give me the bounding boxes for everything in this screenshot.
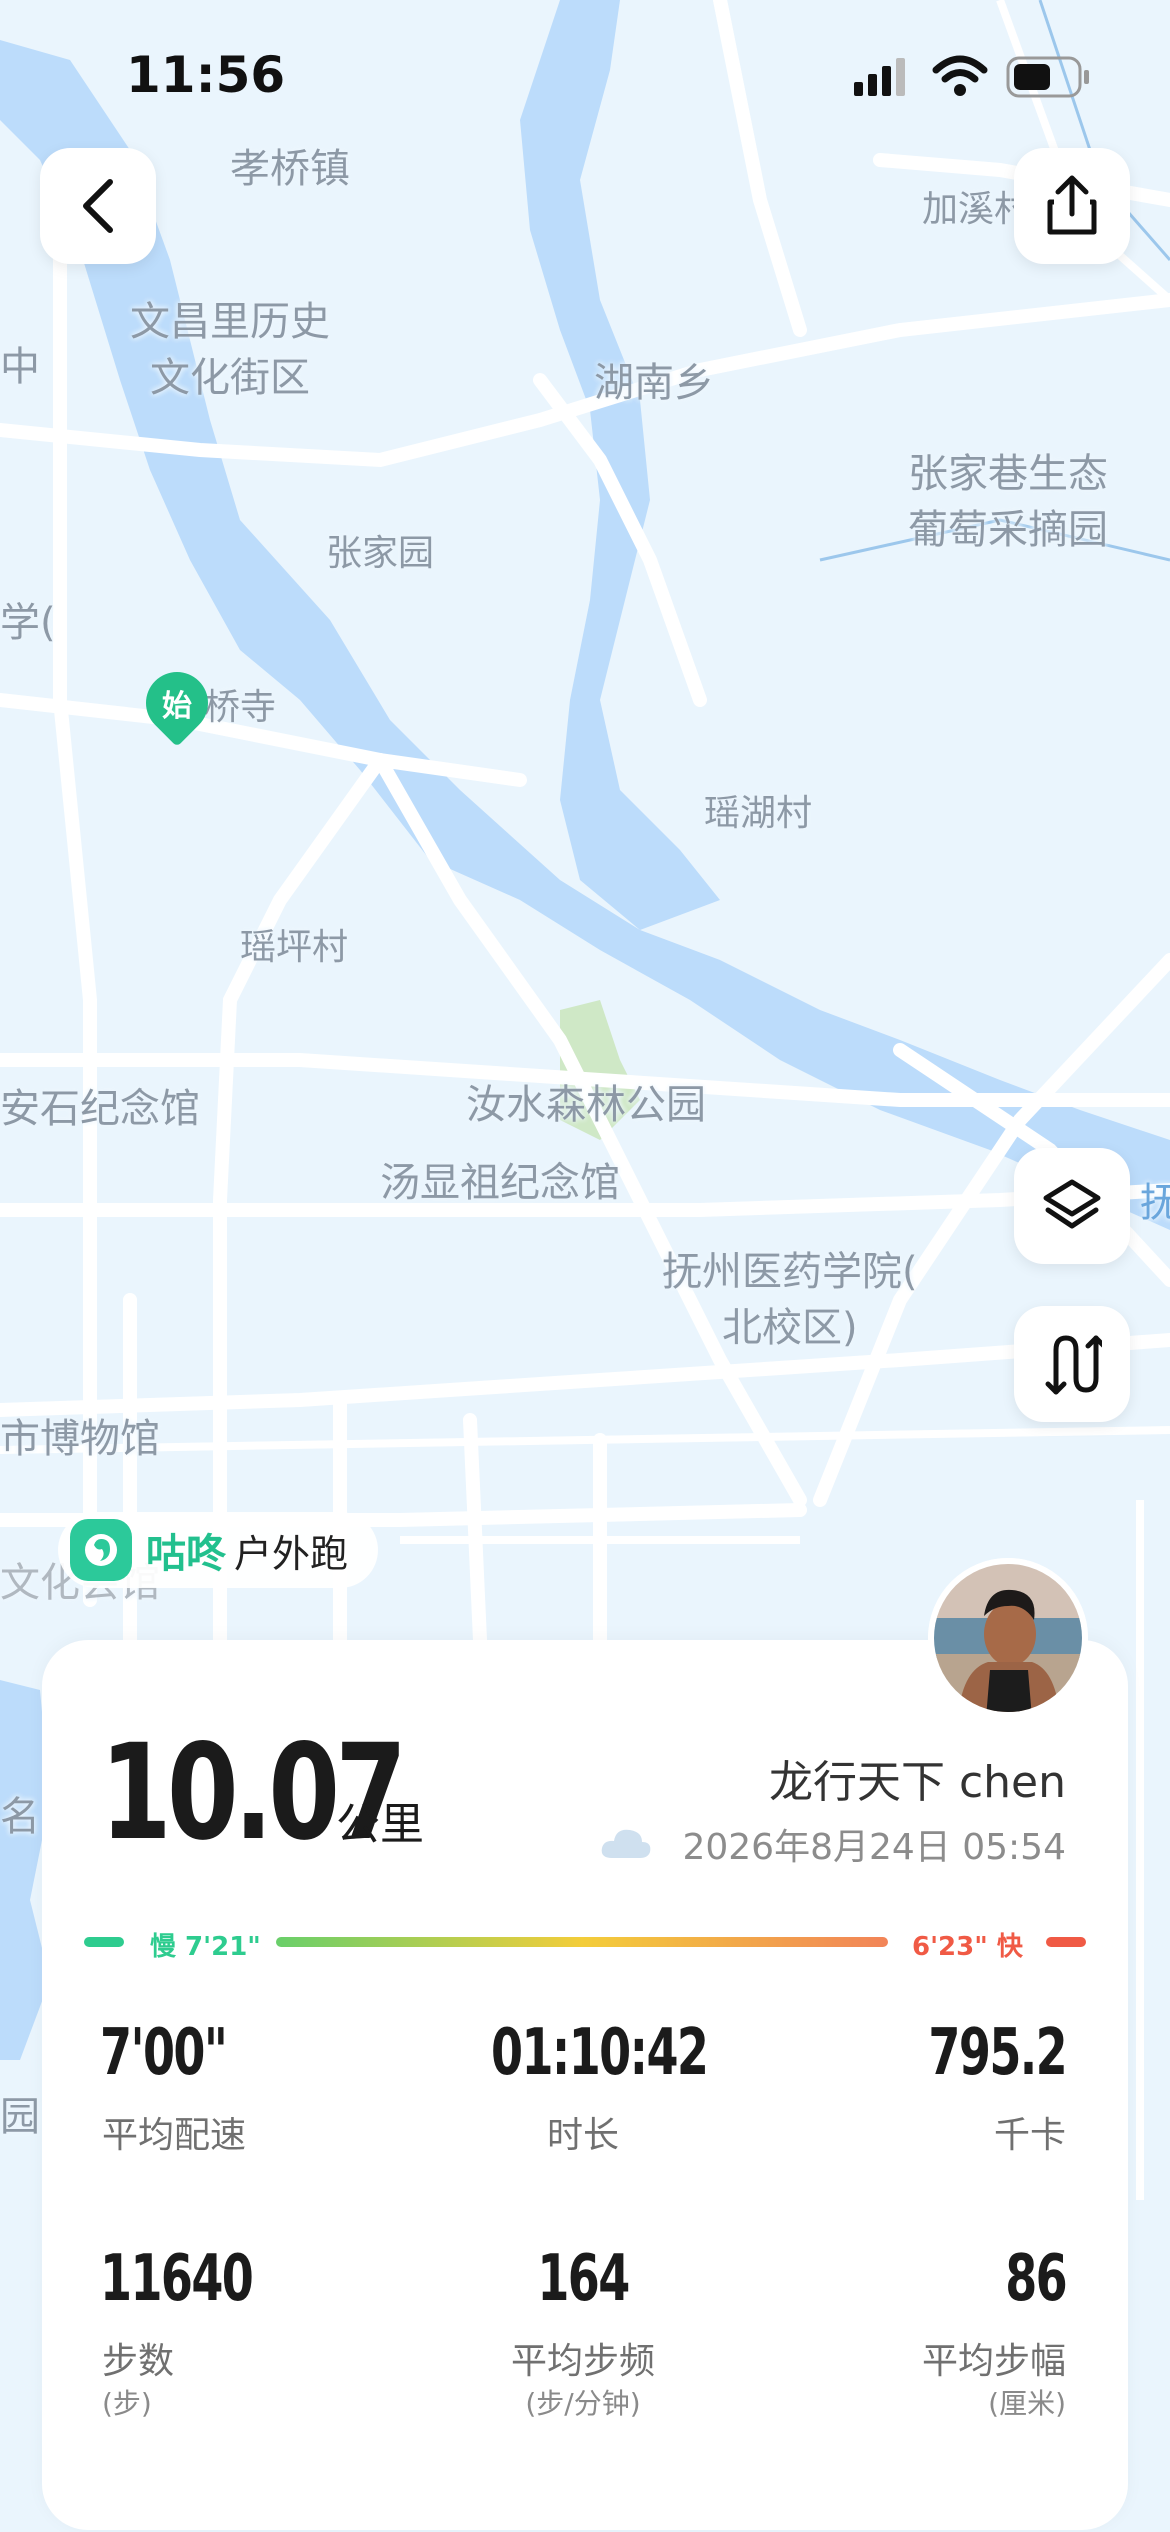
steps-value: 11640 [100, 2242, 254, 2316]
cloud-icon [601, 1829, 651, 1858]
chevron-left-icon [83, 179, 113, 233]
signal-icon [854, 58, 905, 96]
duration-label: 时长 [546, 2115, 619, 2156]
stride-unit: (厘米) [988, 2387, 1066, 2420]
map-label: 瑶坪村 [240, 927, 349, 968]
map-label: 孝桥镇 [230, 146, 350, 192]
steps-unit: (步) [102, 2387, 152, 2420]
map-label: 名 [0, 1794, 40, 1840]
map-label: 市博物馆 [0, 1416, 160, 1462]
map-label: 抚 [1140, 1180, 1170, 1226]
activity-datetime: 2026年8月24日 05:54 [682, 1827, 1066, 1868]
layers-icon [1043, 1179, 1101, 1229]
cadence-unit: (步/分钟) [525, 2387, 641, 2420]
cadence-value: 164 [537, 2242, 630, 2316]
map-label: 安石纪念馆 [0, 1086, 200, 1132]
username: 龙行天下 chen [768, 1757, 1066, 1808]
steps-label: 步数 [102, 2341, 175, 2382]
map-label: 园 [0, 2094, 40, 2140]
back-button[interactable] [40, 148, 156, 264]
codoon-logo-icon [70, 1519, 132, 1581]
share-button[interactable] [1014, 148, 1130, 264]
wifi-icon [932, 55, 988, 96]
route-icon [1045, 1335, 1102, 1395]
duration-value: 01:10:42 [491, 2016, 709, 2090]
map-label: 学( [0, 600, 56, 646]
app-brand-badge: 咕咚 户外跑 [58, 1512, 378, 1588]
battery-icon [1006, 56, 1089, 98]
stride-value: 86 [1005, 2242, 1068, 2316]
avatar[interactable] [928, 1558, 1088, 1718]
map-label: 中 [0, 344, 40, 390]
status-time: 11:56 [126, 46, 286, 104]
map-label: 张家巷生态 葡萄采摘园 [908, 451, 1108, 553]
stride-label: 平均步幅 [921, 2341, 1066, 2382]
map-label: 瑶湖村 [704, 793, 813, 834]
route-toggle-button[interactable] [1014, 1306, 1130, 1422]
map-layers-button[interactable] [1014, 1148, 1130, 1264]
distance-unit: 公里 [336, 1799, 424, 1850]
map-label: 文昌里历史 文化街区 [130, 299, 330, 401]
calories-value: 795.2 [928, 2016, 1067, 2090]
pace-slow-label: 慢 7'21" [150, 1932, 261, 1962]
avg-pace-value: 7'00" [100, 2016, 228, 2090]
avg-pace-label: 平均配速 [102, 2115, 247, 2156]
map-label: 汝水森林公园 [466, 1082, 706, 1128]
map-label: 张家园 [326, 533, 435, 574]
map-label: 抚州医药学院( 北校区) [662, 1249, 918, 1351]
map-label: 汤显祖纪念馆 [380, 1160, 620, 1206]
calories-label: 千卡 [993, 2115, 1066, 2156]
map-label: 桥寺 [204, 687, 277, 728]
start-marker-label: 始 [162, 689, 192, 724]
pace-fast-label: 6'23" 快 [912, 1932, 1023, 1962]
map-label: 湖南乡 [594, 360, 714, 406]
cadence-label: 平均步频 [510, 2341, 655, 2382]
share-icon [1047, 175, 1097, 235]
activity-type: 户外跑 [234, 1531, 349, 1576]
brand-name: 咕咚 [146, 1531, 226, 1577]
